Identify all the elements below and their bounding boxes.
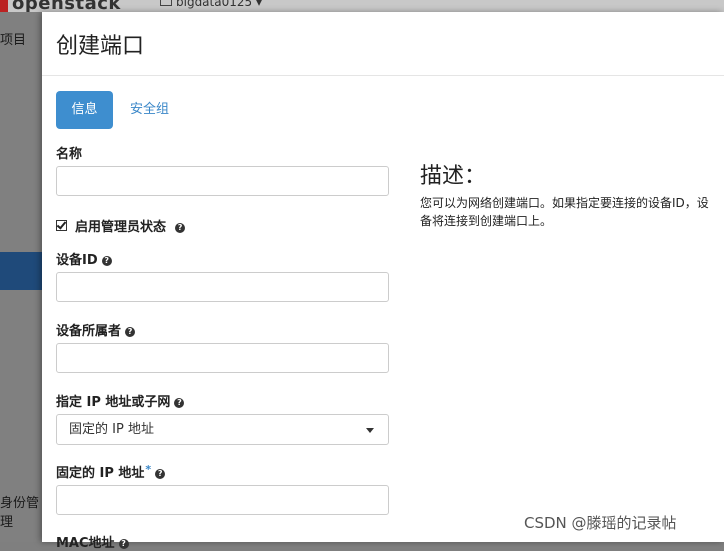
description-title: 描述： [420, 164, 487, 189]
admin-state-row: 启用管理员状态? [56, 216, 186, 235]
fixed-ip-label: 固定的 IP 地址*? [56, 462, 166, 481]
openstack-logo: openstack [0, 0, 121, 12]
device-id-input[interactable] [56, 272, 389, 302]
project-selector: bigdata0125 ▾ [160, 0, 262, 9]
help-icon[interactable]: ? [155, 469, 166, 479]
tab-info[interactable]: 信息 [56, 91, 113, 129]
modal-title: 创建端口 [56, 34, 145, 59]
device-id-label: 设备ID? [56, 249, 112, 268]
fixed-ip-input[interactable] [56, 485, 389, 515]
project-icon [160, 0, 172, 6]
help-icon[interactable]: ? [118, 539, 129, 549]
csdn-watermark: CSDN @滕瑶的记录帖 [524, 514, 677, 532]
name-label: 名称 [56, 147, 83, 162]
description-text: 您可以为网络创建端口。如果指定要连接的设备ID，设 备将连接到创建端口上。 [420, 196, 709, 228]
sidebar-item-project: 项目 [0, 33, 27, 48]
help-icon[interactable]: ? [175, 223, 186, 233]
create-port-modal: 创建端口 信息 安全组 名称 启用管理员状态? 设备ID? 设备所属者? 指定 … [42, 12, 724, 551]
admin-state-checkbox[interactable] [56, 220, 67, 231]
sidebar-item-identity: 身份管理 [0, 496, 40, 530]
help-icon[interactable]: ? [125, 327, 136, 337]
device-owner-label: 设备所属者? [56, 320, 136, 339]
tab-security-groups[interactable]: 安全组 [130, 91, 169, 129]
required-asterisk: * [145, 463, 152, 476]
background-topbar: openstack bigdata0125 ▾ [0, 0, 724, 12]
admin-state-label: 启用管理员状态 [75, 220, 167, 235]
ip-or-subnet-label: 指定 IP 地址或子网? [56, 391, 185, 410]
help-icon[interactable]: ? [174, 398, 185, 408]
ip-or-subnet-select[interactable]: 固定的 IP 地址 [56, 414, 389, 445]
help-icon[interactable]: ? [101, 256, 112, 266]
sidebar-active-item [0, 252, 42, 290]
modal-header: 创建端口 [42, 12, 724, 76]
name-input[interactable] [56, 166, 389, 196]
device-owner-input[interactable] [56, 343, 389, 373]
caret-down-icon [366, 428, 374, 433]
background-sidebar: 项目 身份管理 [0, 12, 42, 542]
